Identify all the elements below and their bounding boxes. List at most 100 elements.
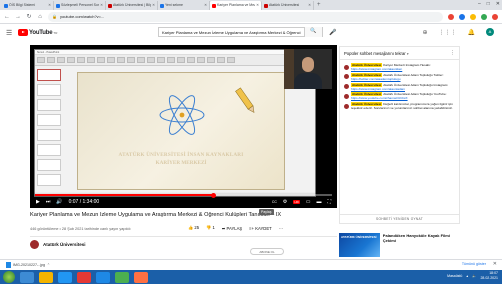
favicon-icon [56,3,60,8]
chevron-up-icon[interactable]: ⌃ [47,263,50,267]
message-link[interactable]: https://www.instagram.com/atauniken [351,67,402,71]
extension-icon[interactable] [448,13,454,20]
close-tab-icon[interactable]: ✕ [204,1,207,10]
browser-tab[interactable]: Sözleşmeli Personel Sorgulama✕ [54,1,106,10]
fullscreen-icon[interactable]: ⛶ [327,199,331,205]
presentation-window: Sunu1 - PowerPoint ATATÜRK ÜNİVERSİTESİ … [34,49,316,197]
slide-title-line2: KARİYER MERKEZİ [155,160,207,166]
recommended-title[interactable]: Palandöken Hanyoköle Kayak Filmi Çekimi [383,233,460,257]
minimize-icon[interactable]: – [478,0,481,9]
reload-icon[interactable]: ↻ [26,13,32,20]
extension-icon[interactable] [470,13,476,20]
close-tab-icon[interactable]: ✕ [256,1,259,10]
video-actions: 👍 25 👎 1 ➦ PAYLAŞ ≡+ KAYDET ⋯ [188,225,283,231]
chat-message: Atatürk Üniversitesi Atatürk Üniversitesi… [344,72,455,82]
extension-icon[interactable] [492,13,498,20]
favicon-icon [160,3,164,8]
chat-more-icon[interactable]: ⋮ [450,50,455,56]
video-player[interactable]: Sunu1 - PowerPoint ATATÜRK ÜNİVERSİTESİ … [30,45,337,208]
network-icon[interactable]: ▴ [466,274,468,278]
settings-icon[interactable]: ⚙ [283,199,287,205]
taskbar-app-icon[interactable] [115,271,129,283]
taskbar-app-icon[interactable] [39,271,53,283]
channel-name[interactable]: Atatürk Üniversitesi [43,242,86,247]
tab-strip: ÖİS Bilgi Sistemi ✕ Sözleşmeli Personel S… [0,0,502,10]
progress-bar[interactable] [35,192,332,198]
taskbar-app-icon[interactable] [58,271,72,283]
chevron-down-icon: ▾ [406,51,409,56]
volume-icon[interactable]: 🔊 [56,199,62,205]
subscribe-button[interactable]: ABONE OL [250,248,284,255]
browser-tab[interactable]: Yeni sekme ✕ [158,1,210,10]
chat-header[interactable]: Popüler sohbet mesajlarını tekrar ▾ ⋮ [340,47,459,60]
like-button[interactable]: 👍 25 [188,225,199,231]
message-link[interactable]: https://www.youtube.com/channel/UCfwX [351,96,408,100]
home-icon[interactable]: ⌂ [37,14,43,20]
message-link[interactable]: https://www.instagram.com/atauniadam [351,87,405,91]
channel-row: Atatürk Üniversitesi [30,240,86,249]
taskbar-app-icon[interactable] [134,271,148,283]
taskbar-app-icon[interactable] [77,271,91,283]
create-icon[interactable]: ⊕ [422,29,427,36]
close-tab-icon[interactable]: ✕ [48,1,51,10]
notifications-icon[interactable]: 🔔 [468,29,475,36]
tab-label: Atatürk Üniversitesi | Bilgi [113,3,152,7]
theater-icon[interactable]: ▬ [316,199,321,205]
close-tab-icon[interactable]: ✕ [152,1,155,10]
back-icon[interactable]: ← [4,14,10,20]
thumbs-down-icon: 👎 [206,225,212,230]
recommended-thumbnail[interactable]: ATATÜRK ÜNİVERSİTESİ [339,233,380,257]
clock[interactable]: 18:07 28.02.2021 [480,271,498,281]
play-icon[interactable]: ▶ [36,199,40,205]
menu-icon[interactable]: ☰ [6,29,18,37]
screen: ÖİS Bilgi Sistemi ✕ Sözleşmeli Personel S… [0,0,502,284]
more-actions-button[interactable]: ⋯ [279,226,283,231]
taskbar-app-icon[interactable] [20,271,34,283]
apps-icon[interactable]: ⋮⋮⋮ [439,29,457,36]
close-tab-icon[interactable]: ✕ [308,1,311,10]
save-button[interactable]: ≡+ KAYDET [249,226,272,231]
search-button[interactable]: 🔍 [304,27,322,37]
browser-toolbar: ← → ↻ ⌂ 🔒 youtube.com/watch?v=... [0,10,502,24]
taskbar-app-icon[interactable] [96,271,110,283]
youtube-logo[interactable]: YouTube TR [18,29,57,36]
download-item[interactable]: IMG-20210227-..jpg ⌃ [6,262,50,268]
playlist-add-icon: ≡+ [249,225,255,231]
download-filename: IMG-20210227-..jpg [13,263,45,267]
share-button[interactable]: ➦ PAYLAŞ [222,226,242,231]
share-tooltip: Paylaş [259,209,274,215]
close-download-bar-icon[interactable]: ✕ [493,261,497,267]
browser-tab[interactable]: ÖİS Bilgi Sistemi ✕ [2,1,54,10]
show-all-downloads-link[interactable]: Tümünü göster [462,262,486,266]
message-link[interactable]: https://twitter.com/ataademtoplulugu [351,77,401,81]
favicon-icon [4,3,8,8]
captions-button[interactable]: CC [272,200,277,204]
next-icon[interactable]: ⏭ [46,199,51,205]
extension-icon[interactable] [481,13,487,20]
address-bar[interactable]: 🔒 youtube.com/watch?v=... [48,11,443,22]
miniplayer-icon[interactable]: ▭ [306,199,311,205]
tray-label[interactable]: Masaüstü [447,274,462,278]
recommended-video[interactable]: ATATÜRK ÜNİVERSİTESİ Palandöken Hanyoköl… [339,233,460,257]
scrubber-handle[interactable] [210,192,216,198]
browser-tab-active[interactable]: Kariyer Planlama ve Mezun İzl✕ [210,1,262,10]
save-label: KAYDET [255,225,272,231]
maximize-icon[interactable]: □ [487,0,490,9]
mic-icon[interactable]: 🎤 [329,29,336,36]
start-button[interactable] [3,271,15,283]
dislike-button[interactable]: 👎 1 [206,225,215,231]
browser-tab[interactable]: Atatürk Üniversitesi ✕ [262,1,314,10]
extension-icon[interactable] [459,13,465,20]
forward-icon[interactable]: → [15,14,21,20]
user-avatar[interactable]: A [486,28,494,36]
search-input[interactable] [159,28,304,36]
player-controls: ▶ ⏭ 🔊 0:07 / 1:34:00 CC ⚙ HD ▭ ▬ ⛶ [30,192,337,208]
divider [30,236,337,237]
volume-tray-icon[interactable]: 🔈 [472,274,476,278]
channel-avatar[interactable] [30,240,39,249]
close-window-icon[interactable]: ✕ [496,0,500,9]
browser-tab[interactable]: Atatürk Üniversitesi | Bilgi ✕ [106,1,158,10]
close-tab-icon[interactable]: ✕ [100,1,103,10]
new-tab-button[interactable]: + [314,1,324,10]
replay-chat-button[interactable]: SOHBETİ YENİDEN OYNAT [340,214,459,223]
